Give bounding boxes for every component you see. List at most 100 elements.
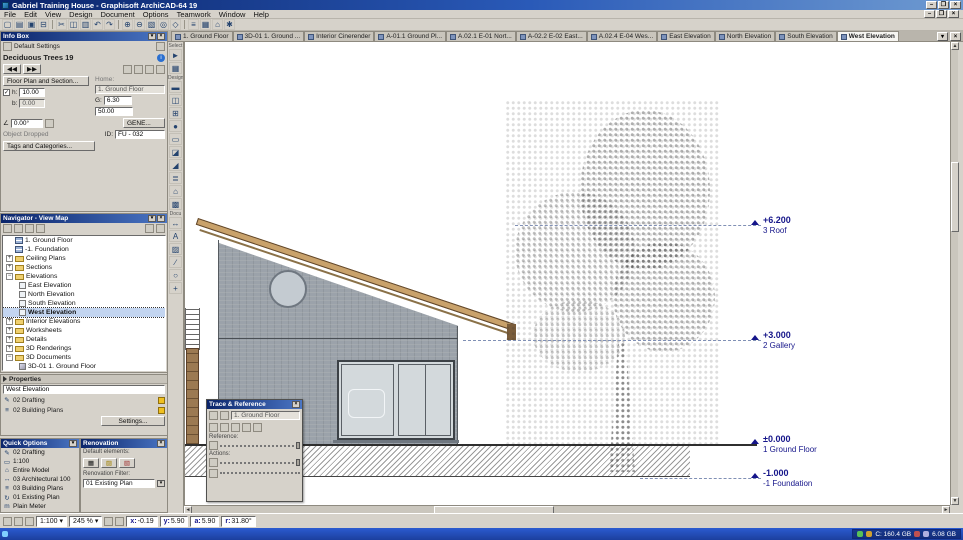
layer-combination-value[interactable]: 02 Building Plans: [13, 407, 63, 414]
trace-toggle-icon[interactable]: [209, 410, 218, 420]
door-tool-icon[interactable]: ◫: [169, 94, 182, 106]
expander-icon[interactable]: −: [6, 273, 13, 280]
reference-color-icon[interactable]: [242, 422, 251, 432]
tab-south-elevation[interactable]: South Elevation: [775, 31, 837, 41]
navigator-close-button[interactable]: ×: [157, 215, 165, 222]
layout-book-icon[interactable]: [25, 224, 34, 233]
paste-icon[interactable]: ▥: [80, 19, 91, 30]
navigator-title-bar[interactable]: Navigator - View Map ▾ ×: [1, 214, 167, 223]
vertical-scrollbar[interactable]: ▲ ▼: [950, 42, 959, 505]
tab-interior-cinerender[interactable]: Interior Cinerender: [304, 31, 375, 41]
expander-icon[interactable]: +: [6, 318, 13, 325]
quick-option-scale[interactable]: ▭ 1:100: [1, 457, 79, 466]
fill-tool-icon[interactable]: ▨: [169, 243, 182, 255]
fill-display-icon[interactable]: [14, 516, 23, 526]
expander-icon[interactable]: +: [6, 336, 13, 343]
quick-options-menu-button[interactable]: ▾: [69, 440, 77, 447]
navigator-settings-icon[interactable]: [145, 224, 154, 233]
quick-option-working-units[interactable]: m Plain Meter: [1, 502, 79, 511]
tray-status-icon[interactable]: [857, 531, 864, 537]
3d-window-icon[interactable]: ◇: [170, 19, 181, 30]
renovation-filter-select[interactable]: 01 Existing Plan: [83, 479, 155, 488]
previous-view-icon[interactable]: [104, 516, 114, 526]
tree-item-worksheets[interactable]: + Worksheets: [3, 326, 165, 335]
height-checkbox[interactable]: ✓: [3, 89, 10, 96]
line-tool-icon[interactable]: ∕: [169, 256, 182, 268]
tab-3d-ground[interactable]: 3D-01 1. Ground ...: [232, 31, 305, 41]
info-box-menu-button[interactable]: ▾: [148, 33, 156, 40]
info-box-close-button[interactable]: ×: [157, 33, 165, 40]
navigator-menu-button[interactable]: ▾: [148, 215, 156, 222]
tree-item-north-elevation[interactable]: North Elevation: [3, 290, 165, 299]
publisher-icon[interactable]: [36, 224, 45, 233]
tree-item-interior-elevations[interactable]: + Interior Elevations: [3, 317, 165, 326]
tray-update-icon[interactable]: [866, 531, 873, 537]
gene-button[interactable]: GENE...: [123, 118, 165, 128]
new-file-icon[interactable]: ▢: [2, 19, 13, 30]
slider-thumb[interactable]: [296, 459, 300, 466]
expander-icon[interactable]: +: [6, 264, 13, 271]
menu-edit[interactable]: Edit: [24, 10, 37, 19]
dimension-tool-icon[interactable]: ↔: [169, 217, 182, 229]
scale-select[interactable]: 1:100 ▾: [36, 515, 68, 527]
doc-close-button[interactable]: ×: [948, 10, 959, 18]
tree-item-sections[interactable]: + Sections: [3, 263, 165, 272]
quick-options-title-bar[interactable]: Quick Options ▾: [1, 439, 79, 448]
tree-item-ground-floor[interactable]: 1. Ground Floor: [3, 236, 165, 245]
wall-tool-icon[interactable]: ▬: [169, 81, 182, 93]
height-field[interactable]: [19, 88, 46, 97]
edit-settings-icon[interactable]: [156, 42, 165, 51]
menu-document[interactable]: Document: [101, 10, 135, 19]
renovation-title-bar[interactable]: Renovation ×: [81, 439, 167, 448]
gravity-icon[interactable]: ⌂: [212, 19, 223, 30]
window-tool-icon[interactable]: ⊞: [169, 107, 182, 119]
layer-quick-icon[interactable]: [25, 516, 34, 526]
grid-snap-icon[interactable]: ▦: [200, 19, 211, 30]
tray-volume-icon[interactable]: [923, 531, 930, 537]
layer-settings-icon[interactable]: ≡: [188, 19, 199, 30]
default-settings-icon[interactable]: [3, 42, 12, 51]
info-box-title-bar[interactable]: Info Box ▾ ×: [1, 32, 167, 41]
doc-minimize-button[interactable]: –: [924, 10, 935, 18]
quick-option-structure-display[interactable]: ⌂ Entire Model: [1, 466, 79, 475]
reference-opacity-slider[interactable]: [207, 441, 302, 450]
options-icon[interactable]: ✱: [224, 19, 235, 30]
doc-restore-button[interactable]: ❐: [936, 10, 947, 18]
quick-option-renovation-filter[interactable]: ↻ 01 Existing Plan: [1, 493, 79, 502]
mirror-icon[interactable]: [44, 118, 54, 128]
g2-field[interactable]: [95, 107, 133, 116]
tab-layout-a021[interactable]: A.02.1 E-01 Nort...: [446, 31, 516, 41]
drawing-canvas[interactable]: +6.200 3 Roof +3.000 2 Gallery ±0.000 1 …: [184, 42, 950, 505]
info-icon[interactable]: i: [157, 53, 165, 62]
menu-teamwork[interactable]: Teamwork: [177, 10, 211, 19]
tree-item-ceiling-plans[interactable]: + Ceiling Plans: [3, 254, 165, 263]
floorplan-section-button[interactable]: Floor Plan and Section...: [3, 76, 89, 86]
next-view-icon[interactable]: [115, 516, 125, 526]
collapse-arrow-icon[interactable]: [3, 376, 7, 382]
menu-options[interactable]: Options: [143, 10, 169, 19]
arrow-tool-icon[interactable]: ►: [169, 49, 182, 61]
previous-favorite-button[interactable]: ◀◀: [3, 64, 21, 74]
navigator-refresh-icon[interactable]: [156, 224, 165, 233]
orbit-icon[interactable]: ◎: [158, 19, 169, 30]
hotspot-tool-icon[interactable]: +: [169, 282, 182, 294]
tracker-y[interactable]: y: 5.90: [159, 515, 189, 527]
open-file-icon[interactable]: ▤: [14, 19, 25, 30]
renovation-filter-dropdown-icon[interactable]: ▾: [157, 480, 165, 487]
trace-close-button[interactable]: ×: [292, 401, 300, 408]
tab-close-button[interactable]: ×: [950, 32, 961, 41]
roof-tool-icon[interactable]: ◢: [169, 159, 182, 171]
tab-layout-a024[interactable]: A.02.4 E-04 Wes...: [586, 31, 658, 41]
view-name-field[interactable]: [3, 385, 165, 394]
tab-list-button[interactable]: ▾: [937, 32, 948, 41]
stair-tool-icon[interactable]: ≣: [169, 172, 182, 184]
tracker-radius[interactable]: r: 31.80°: [221, 515, 256, 527]
tab-ground-floor[interactable]: 1. Ground Floor: [171, 31, 233, 41]
tree-item-3d-01-ground-floor[interactable]: 3D-01 1. Ground Floor: [3, 362, 165, 370]
menu-file[interactable]: File: [4, 10, 16, 19]
pen-set-value[interactable]: 02 Drafting: [13, 397, 45, 404]
vertical-scroll-thumb[interactable]: [951, 162, 959, 232]
column-tool-icon[interactable]: ●: [169, 120, 182, 132]
project-map-icon[interactable]: [3, 224, 12, 233]
active-opacity-slider[interactable]: [207, 458, 302, 467]
